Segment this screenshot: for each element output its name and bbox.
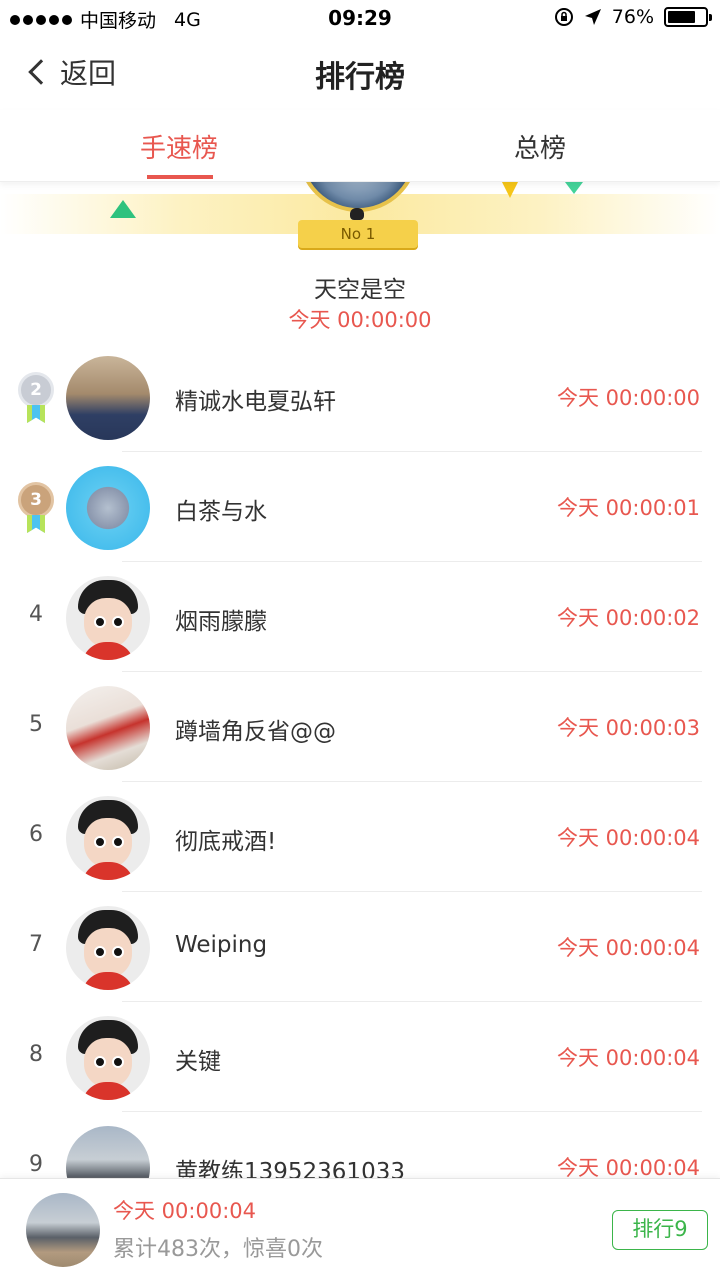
avatar-face [84, 818, 132, 868]
champion-name: 天空是空 [314, 277, 406, 303]
page-title: 排行榜 [315, 60, 405, 95]
avatar-eye [94, 946, 106, 958]
rank-number: 7 [29, 932, 43, 957]
rank-number: 6 [29, 822, 43, 847]
avatar-eye [94, 1056, 106, 1068]
tab-overall-ranking[interactable]: 总榜 [514, 128, 566, 165]
bronze-medal-icon: 3 [18, 482, 54, 534]
champion-time: 今天 00:00:00 [288, 308, 432, 332]
user-name: 关键 [175, 1049, 221, 1075]
battery-percent: 76% [611, 6, 654, 28]
user-name: Weiping [175, 932, 268, 958]
rank-number: 4 [29, 602, 43, 627]
avatar-eye [112, 946, 124, 958]
user-name: 彻底戒酒! [175, 829, 277, 855]
battery-icon [664, 7, 712, 27]
user-name: 烟雨朦朦 [175, 609, 267, 635]
list-item[interactable]: 7 Weiping 今天 00:00:04 [0, 892, 720, 1002]
cat-icon [350, 208, 364, 220]
user-name: 黄教练13952361033 [175, 1159, 405, 1178]
medal-ribbon [27, 515, 45, 533]
avatar[interactable] [66, 796, 150, 880]
rotation-lock-icon [554, 8, 573, 26]
avatar[interactable] [66, 906, 150, 990]
avatar-shirt [82, 862, 134, 880]
user-name: 蹲墙角反省@@ [175, 719, 336, 745]
avatar[interactable] [66, 1126, 150, 1178]
nav-bar: 返回 排行榜 [0, 38, 720, 110]
location-arrow-icon [584, 9, 601, 25]
avatar-eye [112, 836, 124, 848]
confetti-triangle-icon [562, 182, 586, 194]
user-name: 精诚水电夏弘轩 [175, 389, 336, 415]
avatar[interactable] [66, 1016, 150, 1100]
avatar-face [84, 1038, 132, 1088]
avatar[interactable] [66, 686, 150, 770]
record-time: 今天 00:00:04 [557, 1046, 700, 1070]
avatar-shirt [82, 642, 134, 660]
tab-bar: 手速榜 总榜 [0, 110, 720, 182]
list-item[interactable]: 8 关键 今天 00:00:04 [0, 1002, 720, 1112]
tab-active-indicator [147, 175, 213, 179]
record-time: 今天 00:00:00 [557, 386, 700, 410]
record-time: 今天 00:00:03 [557, 716, 700, 740]
my-stats: 累计483次，惊喜0次 [113, 1237, 323, 1262]
avatar[interactable] [66, 356, 150, 440]
record-time: 今天 00:00:01 [557, 496, 700, 520]
rank-number: 8 [29, 1042, 43, 1067]
record-time: 今天 00:00:04 [557, 1156, 700, 1178]
rank-number: 3 [18, 482, 54, 518]
rank-number: 9 [29, 1152, 43, 1177]
avatar-shirt [82, 972, 134, 990]
list-item[interactable]: 5 蹲墙角反省@@ 今天 00:00:03 [0, 672, 720, 782]
confetti-triangle-icon [502, 182, 518, 198]
list-item[interactable]: 6 彻底戒酒! 今天 00:00:04 [0, 782, 720, 892]
ranking-list[interactable]: 2 精诚水电夏弘轩 今天 00:00:00 3 白茶与水 今天 00:00:01… [0, 342, 720, 1178]
list-item[interactable]: 3 白茶与水 今天 00:00:01 [0, 452, 720, 562]
avatar-eye [94, 836, 106, 848]
list-item[interactable]: 9 黄教练13952361033 今天 00:00:04 [0, 1112, 720, 1178]
rank-number: 2 [18, 372, 54, 408]
confetti-triangle-icon [110, 200, 136, 218]
user-name: 白茶与水 [175, 499, 267, 525]
record-time: 今天 00:00:04 [557, 826, 700, 850]
avatar-eye [94, 616, 106, 628]
avatar-face [84, 598, 132, 648]
record-time: 今天 00:00:02 [557, 606, 700, 630]
my-avatar[interactable] [26, 1193, 100, 1267]
avatar-eye [112, 1056, 124, 1068]
status-right: 76% [554, 6, 712, 28]
my-rank-button[interactable]: 排行9 [612, 1210, 708, 1250]
my-record-time: 今天 00:00:04 [113, 1199, 256, 1223]
status-bar: 中国移动 4G 09:29 76% [0, 0, 720, 38]
avatar[interactable] [66, 466, 150, 550]
avatar[interactable] [66, 576, 150, 660]
silver-medal-icon: 2 [18, 372, 54, 424]
my-ranking-bar: 今天 00:00:04 累计483次，惊喜0次 排行9 [0, 1178, 720, 1280]
medal-ribbon [27, 405, 45, 423]
record-time: 今天 00:00:04 [557, 936, 700, 960]
champion-ribbon: No 1 [298, 220, 418, 248]
list-item[interactable]: 4 烟雨朦朦 今天 00:00:02 [0, 562, 720, 672]
avatar-face [84, 928, 132, 978]
avatar-eye [112, 616, 124, 628]
battery-fill [668, 11, 696, 23]
tab-speed-ranking[interactable]: 手速榜 [140, 128, 218, 165]
champion-banner: No 1 天空是空 今天 00:00:00 [0, 182, 720, 342]
avatar-shirt [82, 1082, 134, 1100]
list-item[interactable]: 2 精诚水电夏弘轩 今天 00:00:00 [0, 342, 720, 452]
rank-number: 5 [29, 712, 43, 737]
